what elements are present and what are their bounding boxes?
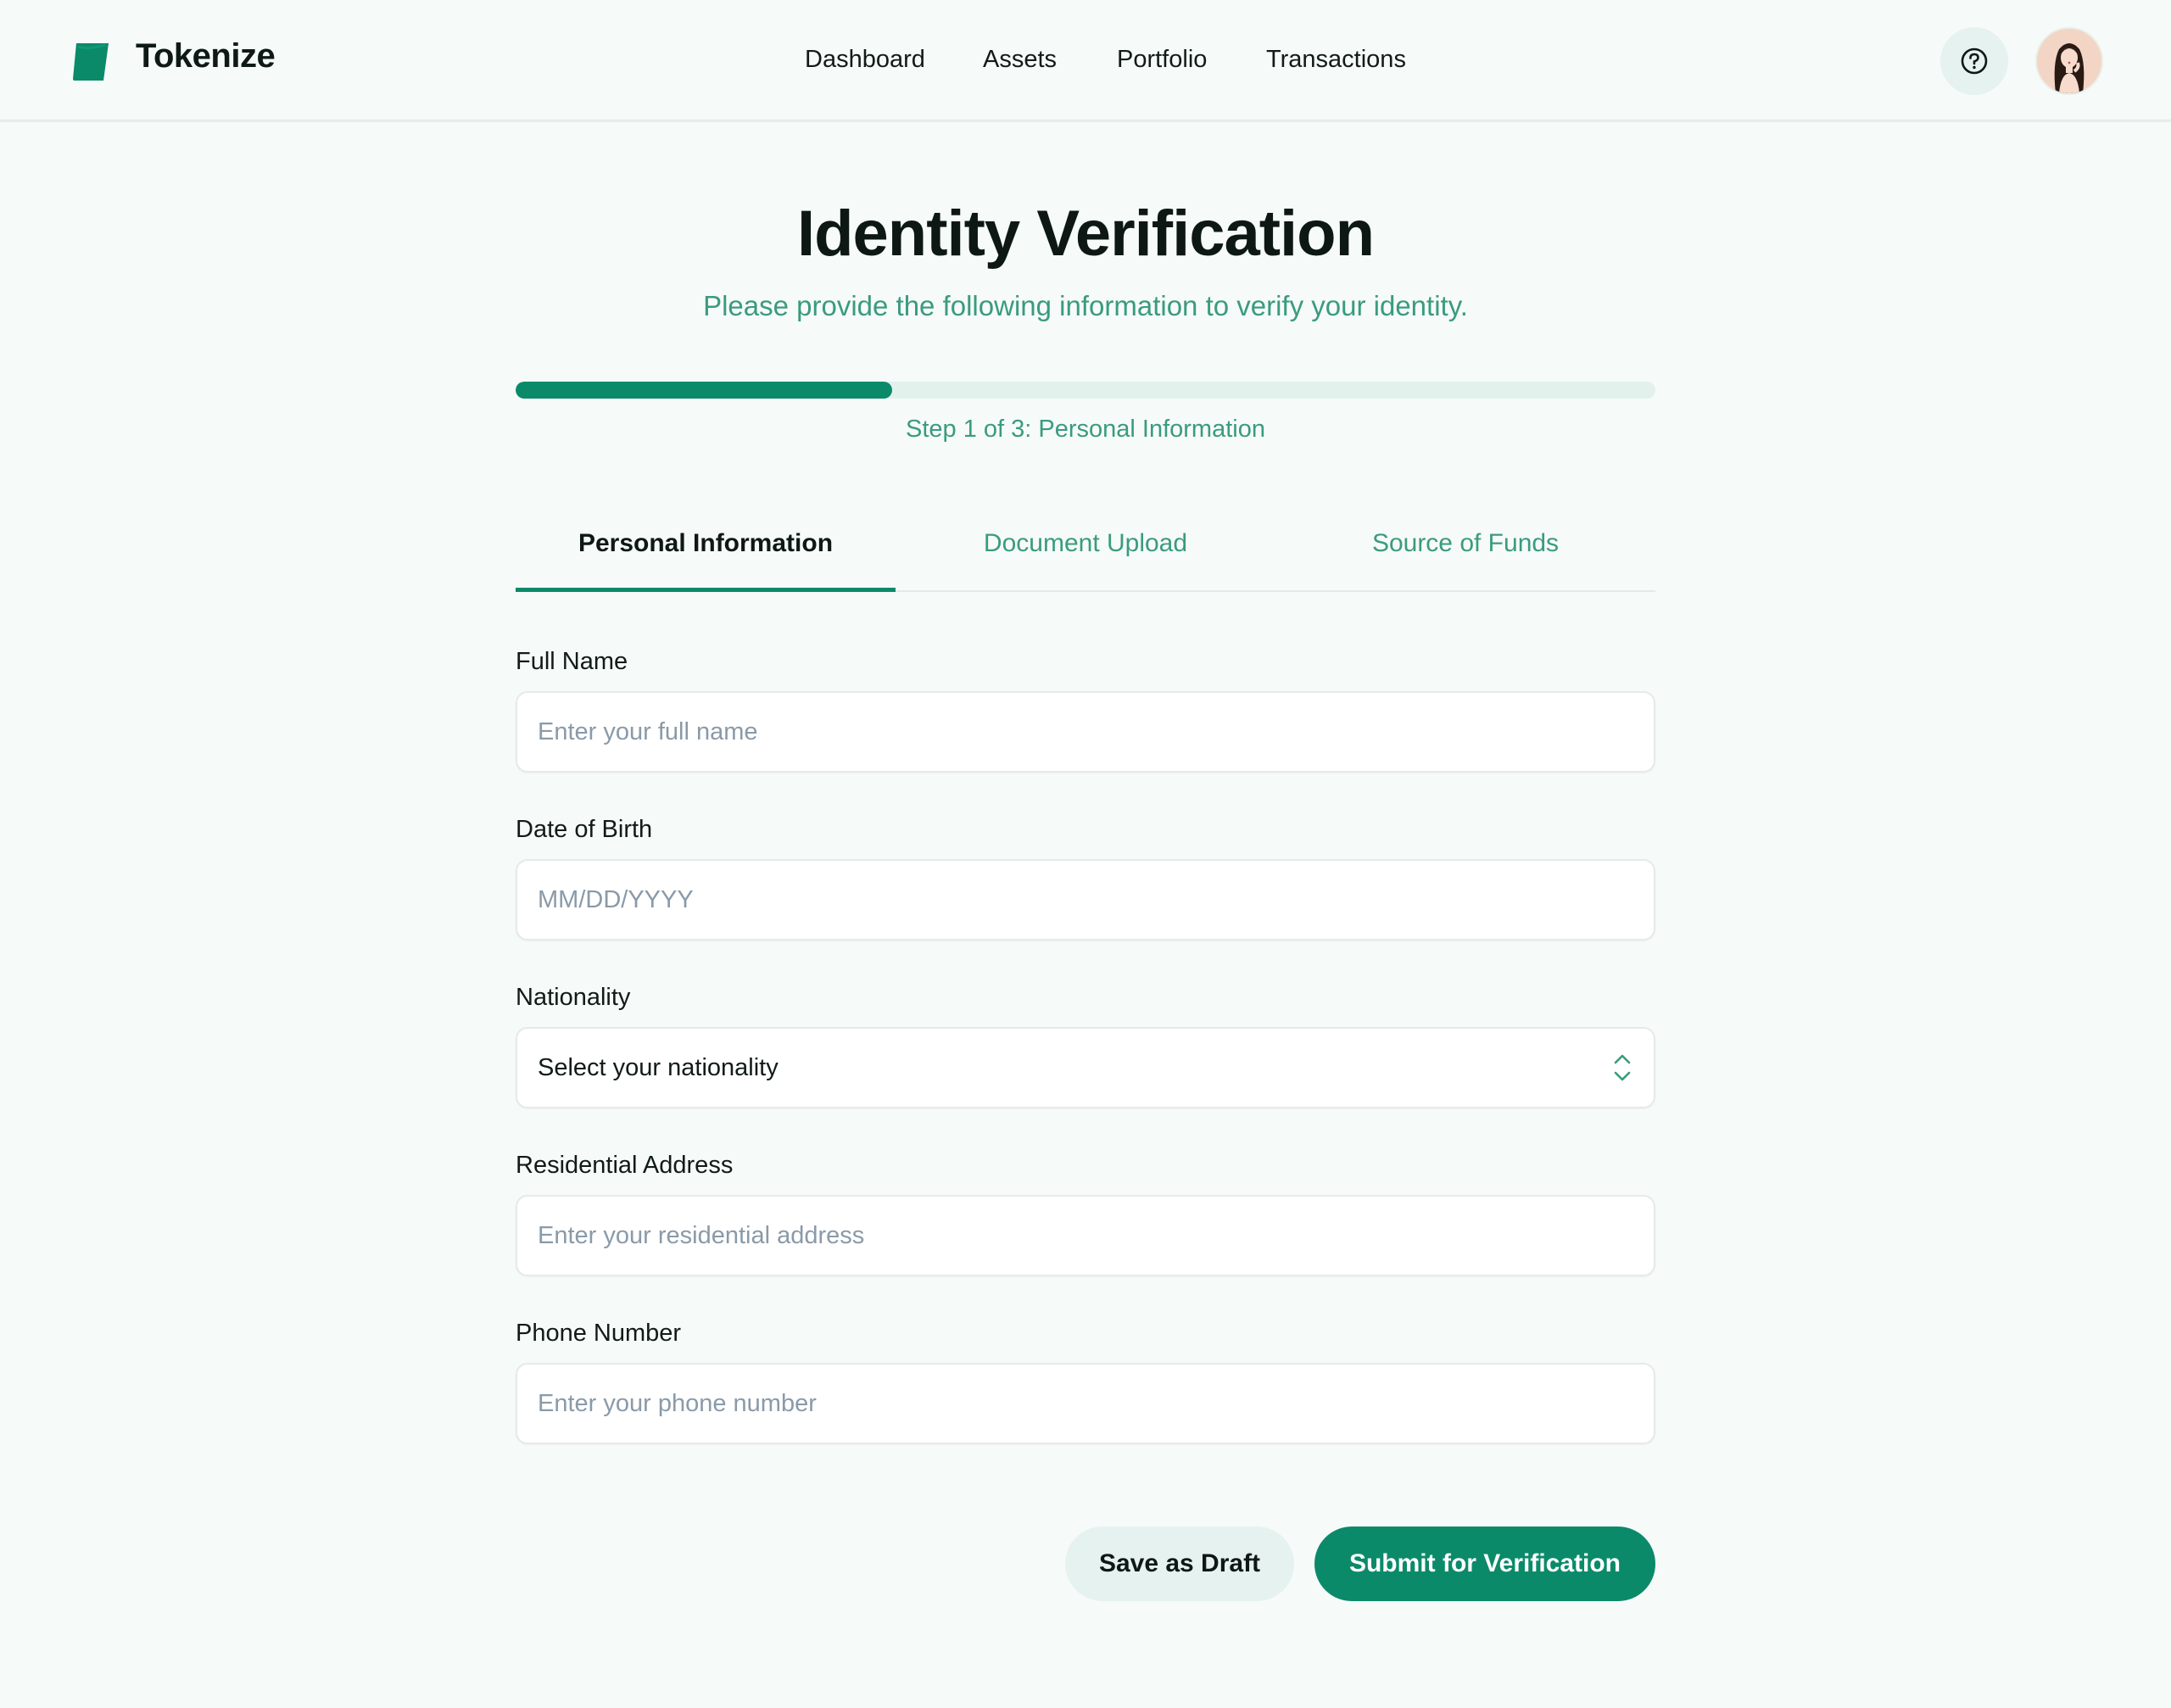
nav-item-dashboard[interactable]: Dashboard <box>805 46 925 74</box>
help-button[interactable] <box>1940 27 2008 95</box>
full-name-label: Full Name <box>516 648 628 675</box>
dob-input[interactable] <box>516 859 1655 941</box>
nationality-select[interactable]: Select your nationality <box>516 1027 1655 1108</box>
question-circle-icon <box>1961 47 1988 75</box>
verification-tabs: Personal Information Document Upload Sou… <box>516 512 1655 592</box>
submit-verification-button[interactable]: Submit for Verification <box>1314 1527 1655 1601</box>
phone-label: Phone Number <box>516 1320 682 1347</box>
main-nav: Dashboard Assets Portfolio Transactions <box>0 46 2171 80</box>
avatar-image <box>2037 29 2101 93</box>
nav-item-portfolio[interactable]: Portfolio <box>1117 46 1207 74</box>
save-draft-button[interactable]: Save as Draft <box>1065 1527 1294 1601</box>
nationality-label: Nationality <box>516 984 631 1011</box>
nav-item-assets[interactable]: Assets <box>983 46 1057 74</box>
nationality-selected-value: Select your nationality <box>538 1053 779 1081</box>
phone-input[interactable] <box>516 1363 1655 1444</box>
dob-label: Date of Birth <box>516 816 653 843</box>
progress-bar <box>516 382 1655 399</box>
page-title: Identity Verification <box>796 198 1375 270</box>
chevron-up-down-icon <box>1614 1054 1631 1081</box>
address-label: Residential Address <box>516 1152 734 1179</box>
tab-document-upload[interactable]: Document Upload <box>896 512 1275 590</box>
progress-fill <box>516 382 892 399</box>
nav-item-transactions[interactable]: Transactions <box>1266 46 1406 74</box>
user-avatar[interactable] <box>2035 27 2103 95</box>
step-indicator: Step 1 of 3: Personal Information <box>906 416 1265 443</box>
top-header: Tokenize Dashboard Assets Portfolio Tran… <box>0 0 2171 122</box>
full-name-input[interactable] <box>516 691 1655 773</box>
address-input[interactable] <box>516 1195 1655 1276</box>
tab-personal-information[interactable]: Personal Information <box>516 512 896 592</box>
page-subtitle: Please provide the following information… <box>703 290 1468 321</box>
tab-source-of-funds[interactable]: Source of Funds <box>1275 512 1655 590</box>
